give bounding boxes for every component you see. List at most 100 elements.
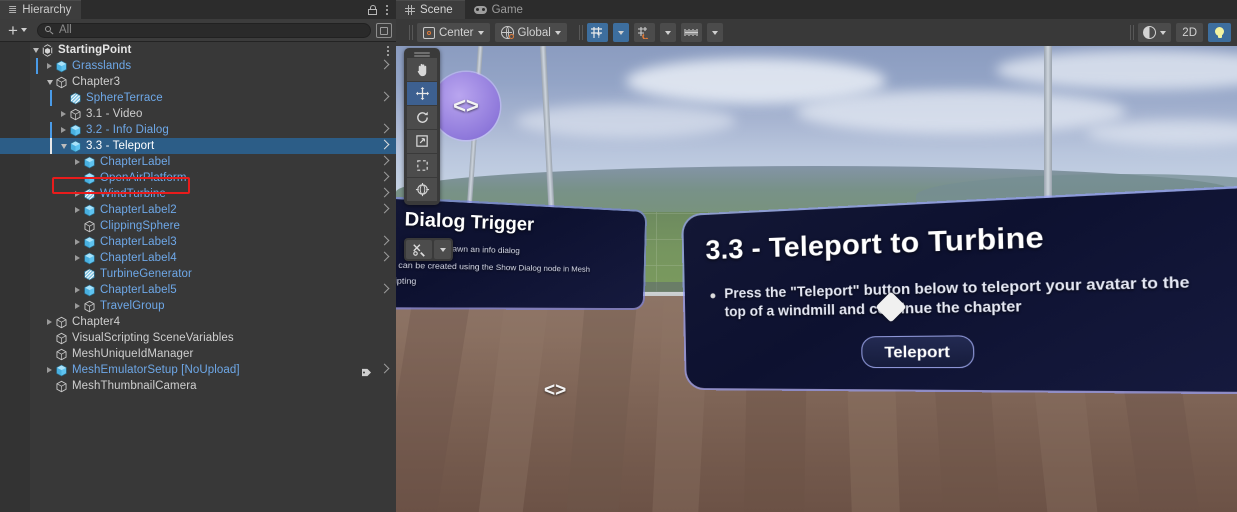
- hierarchy-row[interactable]: MeshThumbnailCamera: [0, 378, 396, 394]
- expand-arrow-right-icon[interactable]: [58, 127, 69, 133]
- grid-dropdown[interactable]: [612, 23, 629, 42]
- move-tool[interactable]: [407, 82, 437, 106]
- open-prefab-chevron-icon[interactable]: [379, 235, 390, 246]
- prefab-cube-icon: [56, 60, 67, 72]
- chevron-down-icon: [554, 30, 561, 35]
- search-input[interactable]: [58, 24, 363, 36]
- hierarchy-row[interactable]: MeshEmulatorSetup [NoUpload]: [0, 362, 396, 378]
- expand-arrow-right-icon[interactable]: [72, 191, 83, 197]
- expand-arrow-right-icon[interactable]: [72, 239, 83, 245]
- gameobject-cube-icon: [56, 316, 67, 328]
- dialog-trigger-line-3: ual Scripting: [396, 275, 417, 287]
- expand-arrow-right-icon[interactable]: [72, 159, 83, 165]
- hierarchy-row[interactable]: ChapterLabel4: [0, 250, 396, 266]
- custom-tools-dropdown[interactable]: [434, 240, 451, 259]
- open-prefab-chevron-icon[interactable]: [379, 203, 390, 214]
- hierarchy-row-label: ChapterLabel2: [100, 204, 177, 216]
- create-object-button[interactable]: +: [4, 21, 31, 39]
- kebab-menu-icon[interactable]: [386, 4, 388, 15]
- unity-editor-window: ≣ Hierarchy + StartingPoint Grasslands Cha…: [0, 0, 1237, 512]
- toggle-2d-button[interactable]: 2D: [1176, 23, 1203, 42]
- grid-visibility-toggle[interactable]: Y: [586, 23, 608, 42]
- tab-hierarchy[interactable]: ≣ Hierarchy: [0, 0, 82, 19]
- tag-icon: [361, 366, 372, 377]
- hierarchy-row-label: MeshEmulatorSetup [NoUpload]: [72, 364, 240, 376]
- custom-tools-button[interactable]: [406, 240, 432, 259]
- plus-icon: +: [8, 20, 18, 40]
- gameobject-cube-icon: [56, 332, 67, 344]
- hierarchy-row[interactable]: Chapter3: [0, 74, 396, 90]
- hierarchy-row[interactable]: ChapterLabel3: [0, 234, 396, 250]
- row-kebab-menu-icon[interactable]: [387, 46, 389, 56]
- open-prefab-chevron-icon[interactable]: [379, 139, 390, 150]
- ruler-toggle[interactable]: [680, 23, 702, 42]
- hierarchy-row[interactable]: StartingPoint: [0, 42, 396, 58]
- hierarchy-row[interactable]: TurbineGenerator: [0, 266, 396, 282]
- tab-game[interactable]: Game: [465, 0, 535, 19]
- toolbar-separator: [409, 25, 410, 40]
- hierarchy-row[interactable]: ClippingSphere: [0, 218, 396, 234]
- transform-tool[interactable]: [407, 178, 437, 202]
- hierarchy-row[interactable]: ChapterLabel2: [0, 202, 396, 218]
- scale-tool[interactable]: [407, 130, 437, 154]
- expand-arrow-down-icon[interactable]: [58, 143, 69, 149]
- drag-handle[interactable]: [414, 52, 430, 54]
- open-prefab-chevron-icon[interactable]: [379, 59, 390, 70]
- rotate-tool[interactable]: [407, 106, 437, 130]
- gameobject-cube-icon: [84, 300, 95, 312]
- hierarchy-row[interactable]: MeshUniqueIdManager: [0, 346, 396, 362]
- hierarchy-row[interactable]: 3.1 - Video: [0, 106, 396, 122]
- teleport-button[interactable]: Teleport: [860, 335, 975, 369]
- popout-icon[interactable]: [376, 22, 392, 38]
- hierarchy-row[interactable]: WindTurbine: [0, 186, 396, 202]
- tab-scene-label: Scene: [420, 4, 453, 16]
- expand-arrow-down-icon[interactable]: [30, 47, 41, 53]
- visual-script-gizmo-floor[interactable]: <>: [544, 380, 566, 402]
- snap-toggle[interactable]: [633, 23, 655, 42]
- open-prefab-chevron-icon[interactable]: [379, 123, 390, 134]
- hierarchy-row[interactable]: VisualScripting SceneVariables: [0, 330, 396, 346]
- ruler-dropdown[interactable]: [706, 23, 723, 42]
- hierarchy-tree[interactable]: StartingPoint Grasslands Chapter3 SphereTer…: [0, 42, 396, 512]
- snap-dropdown[interactable]: [659, 23, 676, 42]
- hierarchy-row[interactable]: Chapter4: [0, 314, 396, 330]
- pivot-mode-dropdown[interactable]: Center: [417, 23, 490, 42]
- hierarchy-row-selected[interactable]: 3.3 - Teleport: [0, 138, 396, 154]
- hierarchy-row[interactable]: TravelGroup: [0, 298, 396, 314]
- expand-arrow-right-icon[interactable]: [72, 207, 83, 213]
- search-icon: [44, 25, 54, 35]
- hierarchy-row[interactable]: Grasslands: [0, 58, 396, 74]
- scene-lighting-toggle[interactable]: [1208, 23, 1231, 42]
- search-field[interactable]: [36, 22, 371, 38]
- hierarchy-row[interactable]: ChapterLabel5: [0, 282, 396, 298]
- handle-space-dropdown[interactable]: Global: [494, 23, 567, 42]
- hierarchy-row[interactable]: SphereTerrace: [0, 90, 396, 106]
- expand-arrow-right-icon[interactable]: [58, 111, 69, 117]
- open-prefab-chevron-icon[interactable]: [379, 187, 390, 198]
- open-prefab-chevron-icon[interactable]: [379, 283, 390, 294]
- shading-mode-dropdown[interactable]: [1138, 23, 1172, 42]
- open-prefab-chevron-icon[interactable]: [379, 91, 390, 102]
- expand-arrow-right-icon[interactable]: [72, 303, 83, 309]
- visual-script-gizmo[interactable]: <>: [432, 72, 500, 140]
- open-prefab-chevron-icon[interactable]: [379, 251, 390, 262]
- lock-icon[interactable]: [368, 4, 377, 15]
- open-prefab-chevron-icon[interactable]: [379, 155, 390, 166]
- open-prefab-chevron-icon[interactable]: [379, 171, 390, 182]
- hand-tool[interactable]: [407, 58, 437, 82]
- expand-arrow-right-icon[interactable]: [72, 255, 83, 261]
- expand-arrow-right-icon[interactable]: [44, 367, 55, 373]
- scene-viewport[interactable]: Dialog Trigger button to spawn an info d…: [396, 46, 1237, 512]
- open-prefab-chevron-icon[interactable]: [379, 363, 390, 374]
- hierarchy-row[interactable]: ChapterLabel: [0, 154, 396, 170]
- rect-tool[interactable]: [407, 154, 437, 178]
- expand-arrow-right-icon[interactable]: [72, 287, 83, 293]
- mesh-cube-icon: [69, 92, 82, 105]
- hierarchy-row[interactable]: OpenAirPlatform: [0, 170, 396, 186]
- expand-arrow-right-icon[interactable]: [44, 319, 55, 325]
- scene-toolbar: Center Global Y 2D: [396, 19, 1237, 47]
- expand-arrow-right-icon[interactable]: [44, 63, 55, 69]
- expand-arrow-down-icon[interactable]: [44, 79, 55, 85]
- tab-scene[interactable]: Scene: [396, 0, 465, 19]
- hierarchy-row[interactable]: 3.2 - Info Dialog: [0, 122, 396, 138]
